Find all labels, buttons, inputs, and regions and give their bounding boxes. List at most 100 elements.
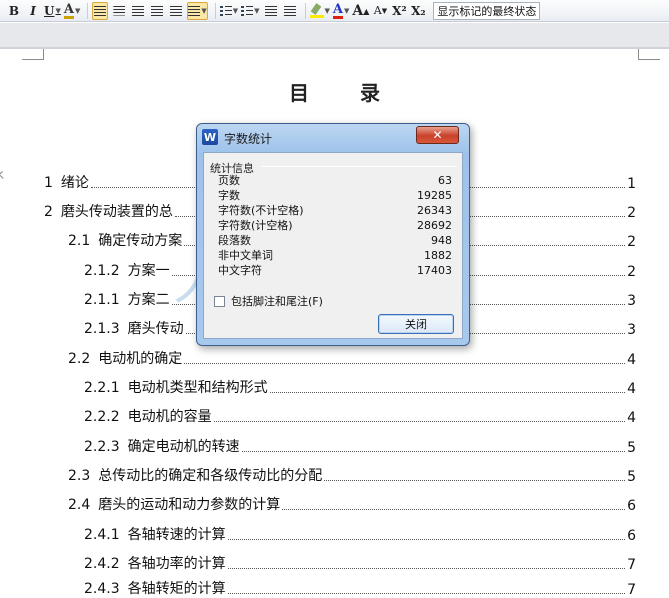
close-button[interactable]: 关闭 — [378, 314, 454, 334]
toc-number: 1 — [44, 175, 53, 191]
track-changes-display-select[interactable]: 显示标记的最终状态 — [433, 1, 541, 20]
toc-entry[interactable]: 2.4.2 各轴功率的计算 7 — [84, 553, 636, 573]
bullets-button[interactable]: ▼ — [241, 2, 260, 20]
subscript-button[interactable]: X₂ — [410, 2, 426, 20]
toc-text: 磨头传动装置的总 — [60, 204, 173, 220]
stat-label: 字符数(计空格) — [218, 219, 293, 232]
decrease-indent-icon — [264, 5, 277, 16]
distributed-button[interactable] — [168, 2, 184, 20]
toc-text: 各轴功率的计算 — [127, 556, 226, 572]
italic-button[interactable]: I — [25, 2, 41, 20]
bold-button[interactable]: B — [6, 2, 22, 20]
stat-row: 字符数(不计空格) 26343 — [218, 204, 452, 218]
stat-row: 字数 19285 — [218, 189, 452, 203]
toc-leader — [213, 421, 626, 422]
font-color-button[interactable]: A ▼ — [332, 1, 350, 20]
stat-label: 非中文单词 — [218, 249, 273, 262]
justify-button[interactable] — [149, 2, 165, 20]
increase-indent-button[interactable] — [282, 2, 298, 20]
chevron-down-icon: ▼ — [232, 6, 239, 15]
toc-page: 7 — [627, 582, 636, 598]
toc-text: 绪论 — [60, 175, 89, 191]
decrease-indent-button[interactable] — [263, 2, 279, 20]
stat-label: 段落数 — [218, 234, 251, 247]
toc-text: 磨头的运动和动力参数的计算 — [98, 497, 281, 513]
align-left-button[interactable] — [92, 1, 109, 20]
highlight-button[interactable]: ▼ — [309, 2, 330, 20]
chevron-down-icon: ▼ — [344, 6, 350, 15]
superscript-button[interactable]: X² — [391, 2, 407, 20]
stat-value: 17403 — [417, 264, 452, 277]
stat-label: 字数 — [218, 189, 240, 202]
grow-font-label: A — [352, 2, 364, 19]
toc-number: 2.4.3 — [84, 581, 120, 597]
toc-page: 6 — [627, 498, 636, 514]
numbering-button[interactable]: ▼ — [219, 2, 239, 20]
toc-page: 6 — [627, 528, 636, 544]
toc-text: 磨头传动 — [127, 321, 184, 337]
stat-value: 1882 — [424, 249, 452, 262]
toc-number: 2.2.1 — [84, 380, 120, 396]
stat-value: 28692 — [417, 219, 452, 232]
line-spacing-button[interactable]: ▼ — [187, 1, 208, 20]
toc-text: 电动机类型和结构形式 — [127, 380, 268, 396]
group-divider — [261, 166, 457, 167]
align-right-icon — [132, 5, 145, 16]
toc-leader — [184, 363, 626, 364]
bulleted-list-icon — [241, 5, 254, 16]
include-footnotes-checkbox[interactable]: 包括脚注和尾注(F) — [214, 293, 323, 309]
stat-label: 中文字符 — [218, 264, 262, 277]
toc-page: 2 — [627, 234, 636, 250]
underline-button[interactable]: U ▼ — [44, 2, 61, 20]
page-edge — [0, 47, 669, 49]
toc-leader — [227, 568, 626, 569]
toc-entry[interactable]: 2.3 总传动比的确定和各级传动比的分配 5 — [68, 465, 636, 485]
ruler-band — [0, 23, 669, 47]
wps-writer-icon: W — [202, 129, 218, 145]
word-count-dialog: W 字数统计 ✕ 统计信息 页数 63 字数 19285 字符数(不计空格) 2… — [196, 123, 470, 346]
close-icon[interactable]: ✕ — [416, 126, 459, 144]
toc-entry[interactable]: 2.2.3 确定电动机的转速 5 — [84, 436, 636, 456]
dialog-title: 字数统计 — [224, 132, 273, 146]
font-effect-button[interactable]: A ▼ — [63, 2, 81, 20]
toc-number: 2.4.1 — [84, 527, 120, 543]
align-right-button[interactable] — [130, 2, 146, 20]
toc-page: 2 — [627, 205, 636, 221]
toc-text: 总传动比的确定和各级传动比的分配 — [98, 468, 323, 484]
dialog-titlebar[interactable]: W 字数统计 ✕ — [197, 124, 469, 150]
align-center-button[interactable] — [111, 2, 127, 20]
font-color-icon: A — [332, 1, 343, 19]
chevron-down-icon: ▼ — [254, 6, 260, 15]
chevron-down-icon: ▼ — [324, 6, 330, 15]
stat-value: 19285 — [417, 189, 452, 202]
shrink-font-label: A — [373, 4, 382, 17]
checkbox-icon[interactable] — [214, 295, 225, 307]
toc-page: 3 — [627, 322, 636, 338]
shrink-font-button[interactable]: A ▼ — [372, 2, 388, 20]
align-left-icon — [94, 5, 107, 16]
dialog-body: 统计信息 页数 63 字数 19285 字符数(不计空格) 26343 字符数(… — [203, 152, 463, 339]
toc-number: 2.3 — [68, 468, 91, 484]
chevron-down-icon: ▼ — [74, 6, 81, 15]
underline-label: U — [44, 3, 55, 18]
toc-entry[interactable]: 2.4.3 各轴转矩的计算 7 — [84, 578, 636, 598]
toc-entry[interactable]: 2.2.1 电动机类型和结构形式 4 — [84, 377, 636, 397]
toc-page: 4 — [627, 381, 636, 397]
toc-page: 3 — [627, 293, 636, 309]
toolbar-divider — [214, 2, 216, 19]
toc-entry[interactable]: 2.2 电动机的确定 4 — [68, 348, 636, 368]
page-corner-marker-right — [638, 49, 660, 60]
toc-entry[interactable]: 2.2.2 电动机的容量 4 — [84, 406, 636, 426]
toc-entry[interactable]: 2.4.1 各轴转速的计算 6 — [84, 524, 636, 544]
toc-entry[interactable]: 2.4 磨头的运动和动力参数的计算 6 — [68, 494, 636, 514]
formatting-toolbar: B I U ▼ A ▼ ▼ ▼ ▼ ▼ A ▼ A ▲ A ▼ X² X₂ 显示标记的最终… — [0, 0, 669, 22]
toc-text: 电动机的确定 — [98, 351, 183, 367]
toc-number: 2.4 — [68, 497, 91, 513]
toc-page: 2 — [627, 264, 636, 280]
align-center-icon — [113, 5, 126, 16]
stat-row: 字符数(计空格) 28692 — [218, 219, 452, 233]
numbered-list-icon — [219, 5, 232, 16]
grow-font-button[interactable]: A ▲ — [352, 2, 369, 20]
toc-page: 4 — [627, 410, 636, 426]
toc-page: 7 — [627, 557, 636, 573]
